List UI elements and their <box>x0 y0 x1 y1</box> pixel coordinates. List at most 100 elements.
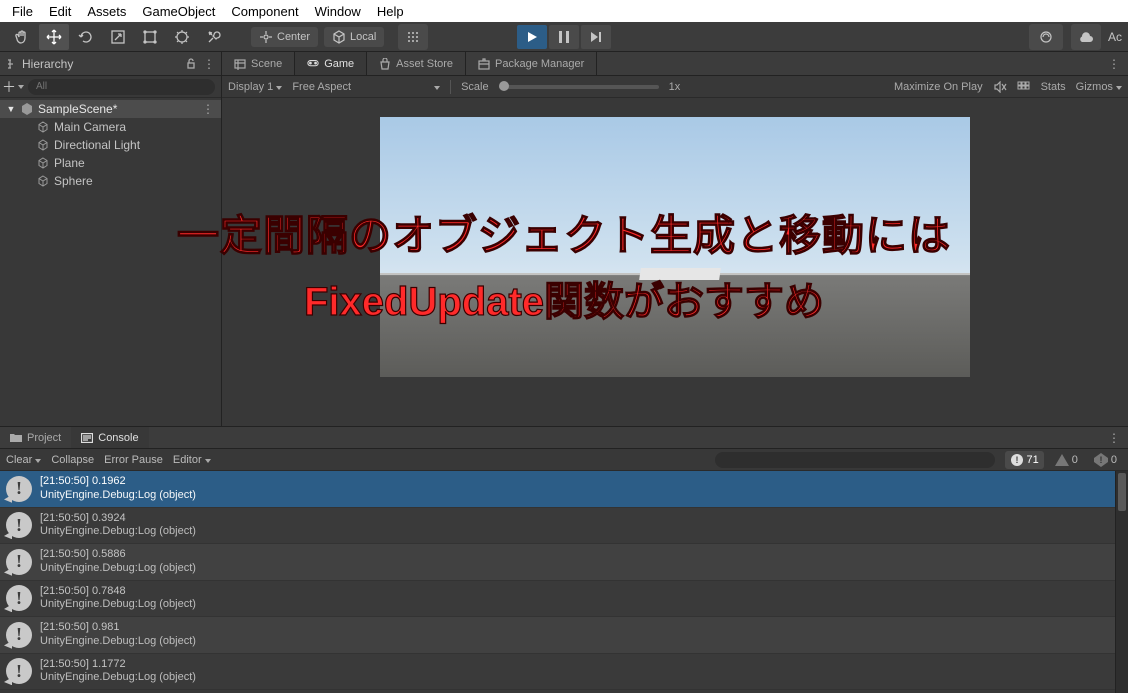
panel-menu-icon[interactable]: ⋮ <box>1100 427 1128 448</box>
tab-package-manager[interactable]: Package Manager <box>466 52 597 75</box>
scene-name: SampleScene* <box>38 102 117 116</box>
unity-icon <box>20 102 34 116</box>
expand-arrow-icon[interactable]: ▼ <box>6 104 16 114</box>
panel-menu-icon[interactable]: ⋮ <box>1100 52 1128 75</box>
log-row[interactable]: ! [21:50:50] 0.3924UnityEngine.Debug:Log… <box>0 508 1115 545</box>
menu-help[interactable]: Help <box>369 4 412 19</box>
space-toggle[interactable]: Local <box>324 27 384 47</box>
scale-label: Scale <box>461 81 489 93</box>
scale-value: 1x <box>669 81 681 93</box>
tab-asset-store[interactable]: Asset Store <box>367 52 466 75</box>
info-icon: ! <box>6 512 32 538</box>
move-tool-icon[interactable] <box>39 24 69 50</box>
gameobject-icon <box>36 120 50 134</box>
error-pause-toggle[interactable]: Error Pause <box>104 454 163 466</box>
hierarchy-item[interactable]: Sphere <box>0 172 221 190</box>
pivot-toggle[interactable]: Center <box>251 27 318 47</box>
hierarchy-tree: ▼ SampleScene* ⋮ Main Camera Directional… <box>0 98 221 426</box>
lock-icon[interactable] <box>185 58 197 70</box>
play-controls <box>516 25 612 49</box>
render-output <box>380 117 970 377</box>
tab-console[interactable]: Console <box>71 427 148 448</box>
console-log-list: ! [21:50:50] 0.1962UnityEngine.Debug:Log… <box>0 471 1115 693</box>
cloud-icon[interactable] <box>1071 24 1101 50</box>
bottom-panel: Project Console ⋮ Clear Collapse Error P… <box>0 427 1128 693</box>
editor-dropdown[interactable]: Editor <box>173 454 211 466</box>
gameobject-icon <box>36 156 50 170</box>
account-label[interactable]: Ac <box>1108 30 1122 44</box>
play-button[interactable] <box>517 25 547 49</box>
step-button[interactable] <box>581 25 611 49</box>
hierarchy-search-input[interactable] <box>28 79 215 95</box>
info-icon: ! <box>6 585 32 611</box>
hierarchy-item[interactable]: Directional Light <box>0 136 221 154</box>
transform-tool-icon[interactable] <box>167 24 197 50</box>
scale-tool-icon[interactable] <box>103 24 133 50</box>
clear-button[interactable]: Clear <box>6 454 41 466</box>
menu-assets[interactable]: Assets <box>79 4 134 19</box>
info-icon: ! <box>6 549 32 575</box>
console-search-input[interactable] <box>715 452 995 468</box>
info-count-badge[interactable]: ! 71 <box>1005 451 1044 469</box>
collab-icon[interactable] <box>1029 24 1063 50</box>
log-row[interactable]: ! [21:50:50] 0.5886UnityEngine.Debug:Log… <box>0 544 1115 581</box>
hierarchy-panel: Hierarchy ⋮ ＋ ▼ SampleScene* ⋮ Main Came… <box>0 52 222 426</box>
space-label: Local <box>350 31 376 43</box>
hierarchy-item-label: Main Camera <box>54 120 126 134</box>
tab-game[interactable]: Game <box>295 52 367 75</box>
log-row[interactable]: ! [21:50:50] 0.1962UnityEngine.Debug:Log… <box>0 471 1115 508</box>
create-dropdown[interactable]: ＋ <box>0 77 26 97</box>
svg-text:!: ! <box>1099 455 1102 465</box>
maximize-on-play-toggle[interactable]: Maximize On Play <box>894 81 983 93</box>
menu-component[interactable]: Component <box>223 4 306 19</box>
toolbar: Center Local Ac <box>0 22 1128 52</box>
console-search <box>715 452 995 468</box>
scene-row[interactable]: ▼ SampleScene* ⋮ <box>0 100 221 118</box>
tab-scene[interactable]: Scene <box>222 52 295 75</box>
vsync-icon[interactable] <box>1017 81 1031 93</box>
warn-count-badge[interactable]: 0 <box>1050 451 1083 469</box>
hierarchy-item-label: Plane <box>54 156 85 170</box>
custom-tool-icon[interactable] <box>199 24 229 50</box>
hierarchy-item-label: Directional Light <box>54 138 140 152</box>
aspect-dropdown[interactable]: Free Aspect <box>292 81 440 93</box>
pause-button[interactable] <box>549 25 579 49</box>
hierarchy-icon <box>6 58 18 70</box>
scrollbar[interactable] <box>1115 471 1128 693</box>
rect-tool-icon[interactable] <box>135 24 165 50</box>
mute-audio-icon[interactable] <box>993 81 1007 93</box>
game-toolbar: Display 1 Free Aspect Scale 1x Maximize … <box>222 76 1128 98</box>
game-viewport <box>222 98 1128 426</box>
log-row[interactable]: ! [21:50:50] 0.981UnityEngine.Debug:Log … <box>0 617 1115 654</box>
tab-project[interactable]: Project <box>0 427 71 448</box>
info-icon: ! <box>6 476 32 502</box>
console-toolbar: Clear Collapse Error Pause Editor ! 71 0… <box>0 449 1128 471</box>
hierarchy-item-label: Sphere <box>54 174 93 188</box>
hierarchy-title: Hierarchy <box>22 57 73 71</box>
svg-text:!: ! <box>1015 455 1018 465</box>
menu-window[interactable]: Window <box>307 4 369 19</box>
log-row[interactable]: ! [21:50:50] 0.7848UnityEngine.Debug:Log… <box>0 581 1115 618</box>
view-tabs: Scene Game Asset Store Package Manager ⋮ <box>222 52 1128 76</box>
menu-gameobject[interactable]: GameObject <box>134 4 223 19</box>
gizmos-dropdown[interactable]: Gizmos <box>1076 81 1122 93</box>
hierarchy-item[interactable]: Main Camera <box>0 118 221 136</box>
menubar: File Edit Assets GameObject Component Wi… <box>0 0 1128 22</box>
log-row[interactable]: ! [21:50:50] 1.1772UnityEngine.Debug:Log… <box>0 654 1115 691</box>
info-icon: ! <box>6 622 32 648</box>
display-dropdown[interactable]: Display 1 <box>228 81 282 93</box>
error-count-badge[interactable]: ! 0 <box>1089 451 1122 469</box>
menu-file[interactable]: File <box>4 4 41 19</box>
collapse-toggle[interactable]: Collapse <box>51 454 94 466</box>
panel-menu-icon[interactable]: ⋮ <box>203 57 215 71</box>
snap-icon[interactable] <box>398 24 428 50</box>
scene-menu-icon[interactable]: ⋮ <box>202 102 221 116</box>
rotate-tool-icon[interactable] <box>71 24 101 50</box>
hand-tool-icon[interactable] <box>7 24 37 50</box>
gameobject-icon <box>36 174 50 188</box>
hierarchy-item[interactable]: Plane <box>0 154 221 172</box>
info-icon: ! <box>6 658 32 684</box>
stats-toggle[interactable]: Stats <box>1041 81 1066 93</box>
scale-slider[interactable] <box>499 85 659 89</box>
menu-edit[interactable]: Edit <box>41 4 79 19</box>
